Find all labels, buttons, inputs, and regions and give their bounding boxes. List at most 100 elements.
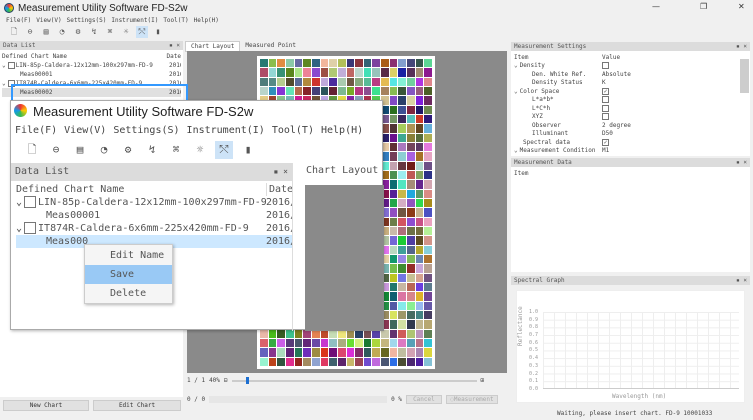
gradient-icon[interactable]: ▮ xyxy=(152,26,164,38)
scrollbar[interactable] xyxy=(740,59,749,93)
close-icon[interactable]: ▪ × xyxy=(736,42,747,51)
setting-value[interactable] xyxy=(602,62,609,71)
list-item[interactable]: ⌄ IT874R-Caldera-6x6mm-225x420mm-FD-9 2016… xyxy=(16,222,292,235)
column-header-name[interactable]: Defined Chart Name xyxy=(2,52,167,61)
chevron-down-icon[interactable]: ⌄ xyxy=(16,223,22,234)
context-menu-item[interactable]: Delete xyxy=(85,284,172,303)
minimize-button[interactable]: — xyxy=(652,2,660,11)
zoom-out-icon[interactable]: ⊟ xyxy=(224,377,228,384)
new-chart-button[interactable]: New Chart xyxy=(3,400,89,411)
setting-value[interactable] xyxy=(602,113,609,122)
chevron-down-icon[interactable]: ⌄ xyxy=(2,80,6,87)
setting-value[interactable] xyxy=(602,104,609,114)
zoom-in-icon[interactable]: ⊞ xyxy=(481,377,485,384)
settings-row: Den. White Ref. Absolute xyxy=(514,71,738,80)
setting-label: Measurement Condition xyxy=(519,147,596,154)
instrument-icon[interactable]: ◔ xyxy=(95,141,113,159)
setting-item: Density Status xyxy=(514,79,602,88)
checkbox[interactable] xyxy=(24,196,37,208)
menu-item[interactable]: View(V) xyxy=(36,17,61,24)
chart-icon[interactable]: ⤲ xyxy=(136,26,148,38)
new-icon[interactable]: 🗋 xyxy=(8,26,20,38)
calibrate-icon[interactable]: ⚙ xyxy=(119,141,137,159)
calibrate-icon[interactable]: ⚙ xyxy=(72,26,84,38)
color-patch xyxy=(398,86,407,96)
column-header-name[interactable]: Defined Chart Name xyxy=(16,183,266,196)
gradient-icon[interactable]: ▮ xyxy=(239,141,257,159)
save-icon[interactable]: ▤ xyxy=(40,26,52,38)
save-icon[interactable]: ▤ xyxy=(71,141,89,159)
menu-item[interactable]: File(F) xyxy=(6,17,31,24)
light-icon[interactable]: ☼ xyxy=(191,141,209,159)
menu-item[interactable]: Help(H) xyxy=(321,125,363,136)
chart-icon[interactable]: ⤲ xyxy=(215,141,233,159)
checkbox[interactable] xyxy=(24,222,37,234)
close-icon[interactable]: ▪ × xyxy=(736,158,747,167)
color-patch xyxy=(407,292,415,301)
tab-chart-layout[interactable]: Chart Layout xyxy=(306,165,378,176)
menu-item[interactable]: Help(H) xyxy=(194,17,219,24)
menu-item[interactable]: Tool(T) xyxy=(163,17,188,24)
checkbox[interactable] xyxy=(602,113,609,120)
zoom-percent[interactable]: 40% xyxy=(209,377,220,384)
menu-item[interactable]: View(V) xyxy=(64,125,106,136)
zoom-slider[interactable] xyxy=(231,376,477,384)
context-menu-item[interactable]: Edit Name xyxy=(85,246,172,265)
setting-value[interactable]: ✓ xyxy=(602,87,609,97)
chevron-down-icon[interactable]: ⌄ xyxy=(514,88,518,95)
measure-icon[interactable]: ↯ xyxy=(143,141,161,159)
close-button[interactable]: ✕ xyxy=(738,2,745,11)
column-header-date[interactable]: Date xyxy=(167,52,181,61)
close-icon[interactable]: ▪ × xyxy=(274,163,288,181)
network-icon[interactable]: ⌘ xyxy=(167,141,185,159)
list-item[interactable]: ⌄ LIN-85p-Caldera-12x12mm-100x297mm-FD-9 2… xyxy=(16,196,292,209)
chevron-down-icon[interactable]: ⌄ xyxy=(514,147,518,154)
menu-item[interactable]: Instrument(I) xyxy=(111,17,158,24)
menu-item[interactable]: File(F) xyxy=(15,125,57,136)
menu-item[interactable]: Instrument(I) xyxy=(187,125,265,136)
color-patch xyxy=(346,86,355,96)
color-patch xyxy=(424,264,432,273)
new-icon[interactable]: 🗋 xyxy=(23,141,41,159)
chevron-down-icon[interactable]: ⌄ xyxy=(2,62,6,69)
color-patch xyxy=(398,264,407,273)
chevron-down-icon[interactable]: ⌄ xyxy=(514,62,518,69)
edit-chart-button[interactable]: Edit Chart xyxy=(93,400,181,411)
color-patch xyxy=(346,348,355,357)
setting-value[interactable]: ✓ xyxy=(602,138,609,148)
color-patch xyxy=(389,180,398,189)
column-header-date[interactable]: Date xyxy=(266,183,292,196)
menu-item[interactable]: Tool(T) xyxy=(272,125,314,136)
checkbox[interactable] xyxy=(602,96,609,103)
measurement-button[interactable]: ◌Measurement xyxy=(445,395,498,404)
menu-bar: File(F) View(V) Settings(S) Instrument(I) To… xyxy=(15,125,370,136)
open-icon[interactable]: ⊖ xyxy=(47,141,65,159)
checkbox[interactable] xyxy=(7,62,15,69)
color-patch xyxy=(320,348,329,357)
color-patch xyxy=(337,77,346,86)
menu-item[interactable]: Settings(S) xyxy=(113,125,179,136)
measure-icon[interactable]: ↯ xyxy=(88,26,100,38)
open-icon[interactable]: ⊖ xyxy=(24,26,36,38)
checkbox[interactable]: ✓ xyxy=(602,87,609,95)
instrument-icon[interactable]: ◔ xyxy=(56,26,68,38)
list-item[interactable]: Meas00001 2016/ xyxy=(16,209,292,222)
context-menu-item[interactable]: Save xyxy=(85,265,172,284)
close-icon[interactable]: ▪ × xyxy=(169,41,180,50)
checkbox[interactable]: ✓ xyxy=(602,138,609,146)
checkbox[interactable] xyxy=(602,62,609,69)
light-icon[interactable]: ☼ xyxy=(120,26,132,38)
checkbox[interactable] xyxy=(602,104,609,112)
color-patch xyxy=(294,68,303,77)
value-text: Absolute xyxy=(602,70,631,78)
chevron-down-icon[interactable]: ⌄ xyxy=(16,197,22,208)
close-icon[interactable]: ▪ × xyxy=(736,276,747,285)
setting-value[interactable] xyxy=(602,96,609,105)
maximize-button[interactable]: ❐ xyxy=(700,2,707,11)
network-icon[interactable]: ⌘ xyxy=(104,26,116,38)
menu-item[interactable]: Settings(S) xyxy=(67,17,107,24)
cancel-button[interactable]: Cancel xyxy=(405,395,442,404)
list-item[interactable]: ⌄ LIN-85p-Caldera-12x12mm-100x297mm-FD-9 2… xyxy=(2,61,181,70)
color-patch xyxy=(329,86,337,96)
list-item[interactable]: Meas00001 2016/ xyxy=(2,70,181,79)
